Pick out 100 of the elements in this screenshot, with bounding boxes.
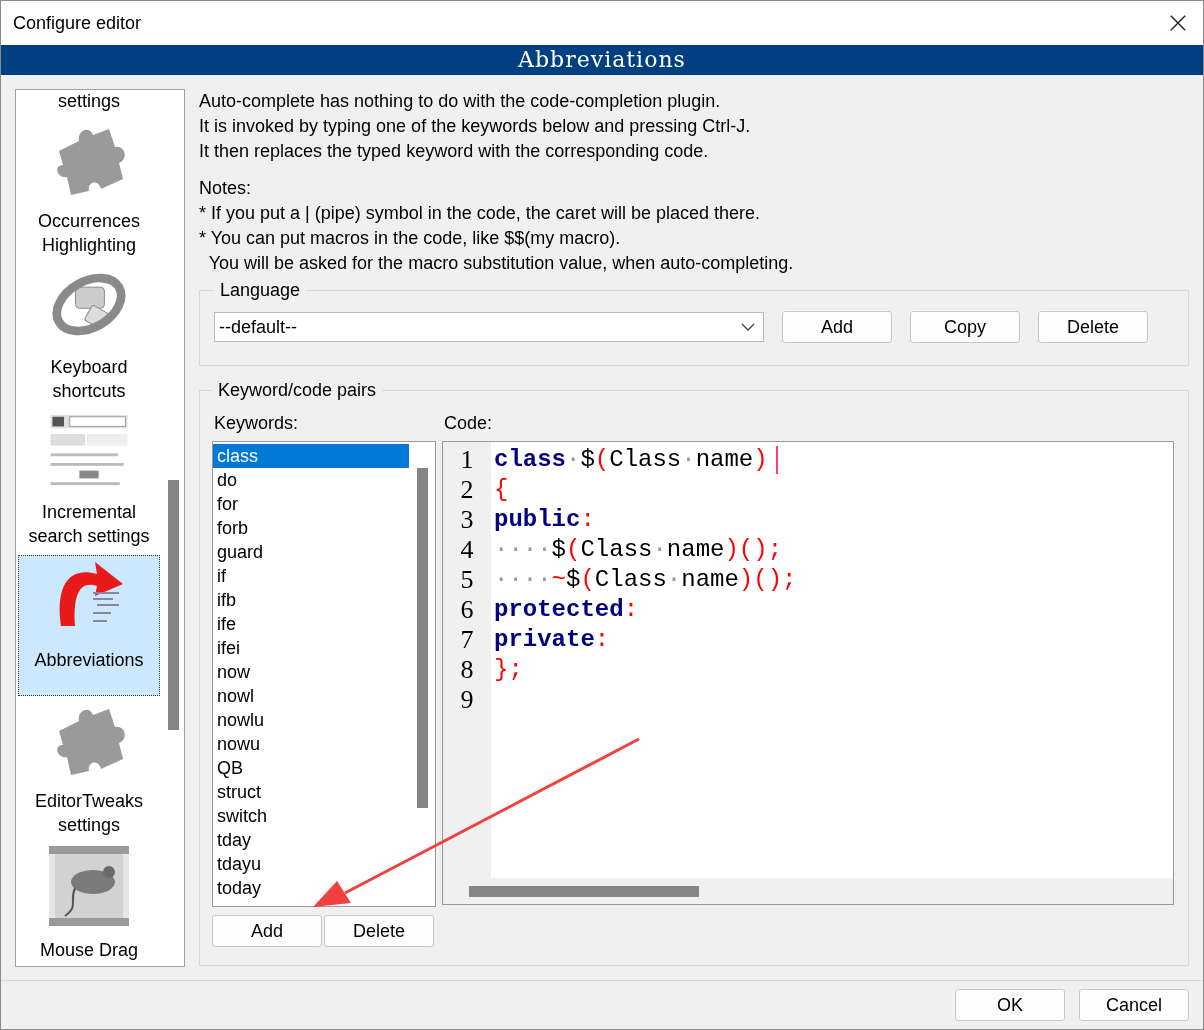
group-title: Keyword/code pairs — [217, 380, 378, 401]
dialog-button[interactable]: Cancel — [1079, 989, 1189, 1021]
code-token: protected — [494, 595, 624, 625]
keyword-item[interactable]: switch — [213, 804, 409, 828]
line-number: 9 — [459, 685, 475, 715]
note-text: You will be asked for the macro substitution value, when auto-completing. — [207, 252, 795, 275]
sidebar-item[interactable]: settings — [18, 90, 160, 116]
sidebar-item-label: settings — [57, 90, 120, 113]
code-token: private — [494, 625, 595, 655]
sidebar-item-label: Keyboard shortcuts — [49, 356, 129, 403]
language-button[interactable]: Copy — [910, 311, 1020, 343]
line-number: 5 — [459, 565, 475, 595]
code-token: ~ — [551, 565, 566, 595]
line-number: 8 — [459, 655, 475, 685]
keyword-item[interactable]: struct — [213, 780, 409, 804]
description-text: It then replaces the typed keyword with the corresponding code. — [199, 140, 710, 163]
keyword-button[interactable]: Delete — [324, 915, 434, 947]
group-title: Language — [219, 280, 302, 301]
code-token: · — [566, 445, 581, 475]
keyword-item[interactable]: ifb — [213, 588, 409, 612]
note-text: * If you put a | (pipe) symbol in the code, the caret will be placed there. — [199, 202, 761, 225]
code-token: { — [494, 475, 509, 505]
keyword-item[interactable]: nowl — [213, 684, 409, 708]
code-token: name — [666, 535, 725, 565]
keyword-item[interactable]: if — [213, 564, 409, 588]
sidebar-item[interactable]: EditorTweaks settings — [18, 700, 160, 841]
code-token: $ — [551, 535, 566, 565]
scrollbar-thumb[interactable] — [469, 886, 699, 897]
code-token: ···· — [494, 535, 552, 565]
code-token: }; — [494, 655, 523, 685]
keyword-item[interactable]: QB — [213, 756, 409, 780]
code-token: · — [666, 565, 682, 595]
code-token: class — [494, 445, 566, 475]
code-token: ( — [566, 535, 581, 565]
code-token: ···· — [494, 565, 552, 595]
code-token: Class — [580, 535, 653, 565]
code-token: ( — [580, 565, 595, 595]
keyword-item[interactable]: tday — [213, 828, 409, 852]
scrollbar-thumb[interactable] — [416, 468, 428, 808]
code-token: public — [494, 505, 581, 535]
scrollbar-thumb[interactable] — [168, 480, 179, 730]
note-text: * You can put macros in the code, like $$(my macro). — [199, 227, 622, 250]
keyword-item[interactable]: nowu — [213, 732, 409, 756]
language-dropdown[interactable]: --default-- — [214, 312, 764, 342]
sidebar-item-label: Mouse Drag — [39, 939, 138, 962]
keyword-item[interactable]: now — [213, 660, 409, 684]
keyword-item[interactable]: ifei — [213, 636, 409, 660]
line-number: 4 — [459, 535, 475, 565]
language-button[interactable]: Delete — [1038, 311, 1148, 343]
sidebar-item-label: EditorTweaks settings — [33, 790, 144, 837]
language-button[interactable]: Add — [782, 311, 892, 343]
keyword-item[interactable]: ife — [213, 612, 409, 636]
sidebar-item-label: Abbreviations — [34, 649, 144, 672]
code-token: ) — [753, 445, 768, 475]
code-token: ( — [594, 445, 610, 475]
code-token: $ — [580, 445, 595, 475]
code-token: : — [580, 505, 595, 535]
keyword-item[interactable]: for — [213, 492, 409, 516]
sidebar-item-label: Incremental search settings — [27, 501, 151, 548]
keyword-item[interactable]: guard — [213, 540, 409, 564]
dialog-button[interactable]: OK — [955, 989, 1065, 1021]
sidebar-item[interactable]: Abbreviations — [18, 555, 160, 696]
code-token: $ — [566, 565, 581, 595]
page-header: Abbreviations — [1, 45, 1203, 75]
code-token: Class — [594, 565, 667, 595]
line-number: 6 — [459, 595, 475, 625]
code-token: name — [695, 445, 754, 475]
code-token: )(); — [738, 565, 797, 595]
code-editor[interactable]: 1 2 3 4 5 6 7 8 9 class·$(Class·name) { public: ····$(Class·name)(); ····~$(Class·name)(); protected: private: }; — [442, 441, 1174, 905]
keyword-button[interactable]: Add — [212, 915, 322, 947]
code-token: Class — [609, 445, 682, 475]
code-token: : — [623, 595, 639, 625]
keyword-item[interactable]: nowlu — [213, 708, 409, 732]
code-token: : — [594, 625, 610, 655]
line-number: 7 — [459, 625, 475, 655]
window-title: Configure editor — [13, 12, 142, 34]
keyword-item[interactable]: forb — [213, 516, 409, 540]
line-number: 2 — [459, 475, 475, 505]
line-number: 1 — [459, 445, 475, 475]
close-icon[interactable] — [1169, 14, 1187, 32]
keyword-item[interactable]: tdayu — [213, 852, 409, 876]
notes-title: Notes: — [199, 177, 253, 200]
keyword-item[interactable]: class — [213, 444, 409, 468]
code-token: name — [681, 565, 739, 595]
code-label: Code: — [444, 412, 494, 435]
keyword-item[interactable]: today — [213, 876, 409, 900]
chevron-down-icon — [741, 323, 755, 331]
sidebar-item[interactable]: Mouse Drag — [18, 845, 160, 966]
sidebar-item[interactable]: Incremental search settings — [18, 410, 160, 551]
code-token: · — [652, 535, 667, 565]
description-text: Auto-complete has nothing to do with the code-completion plugin. — [199, 90, 722, 113]
code-token: )(); — [724, 535, 783, 565]
description-text: It is invoked by typing one of the keywords below and pressing Ctrl-J. — [199, 115, 752, 138]
keywords-label: Keywords: — [214, 412, 300, 435]
sidebar-item[interactable]: Keyboard shortcuts — [18, 265, 160, 406]
code-token: · — [681, 445, 696, 475]
keyword-item[interactable]: do — [213, 468, 409, 492]
sidebar-item[interactable]: Occurrences Highlighting — [18, 120, 160, 261]
line-number: 3 — [459, 505, 475, 535]
sidebar-item-label: Occurrences Highlighting — [36, 210, 141, 257]
